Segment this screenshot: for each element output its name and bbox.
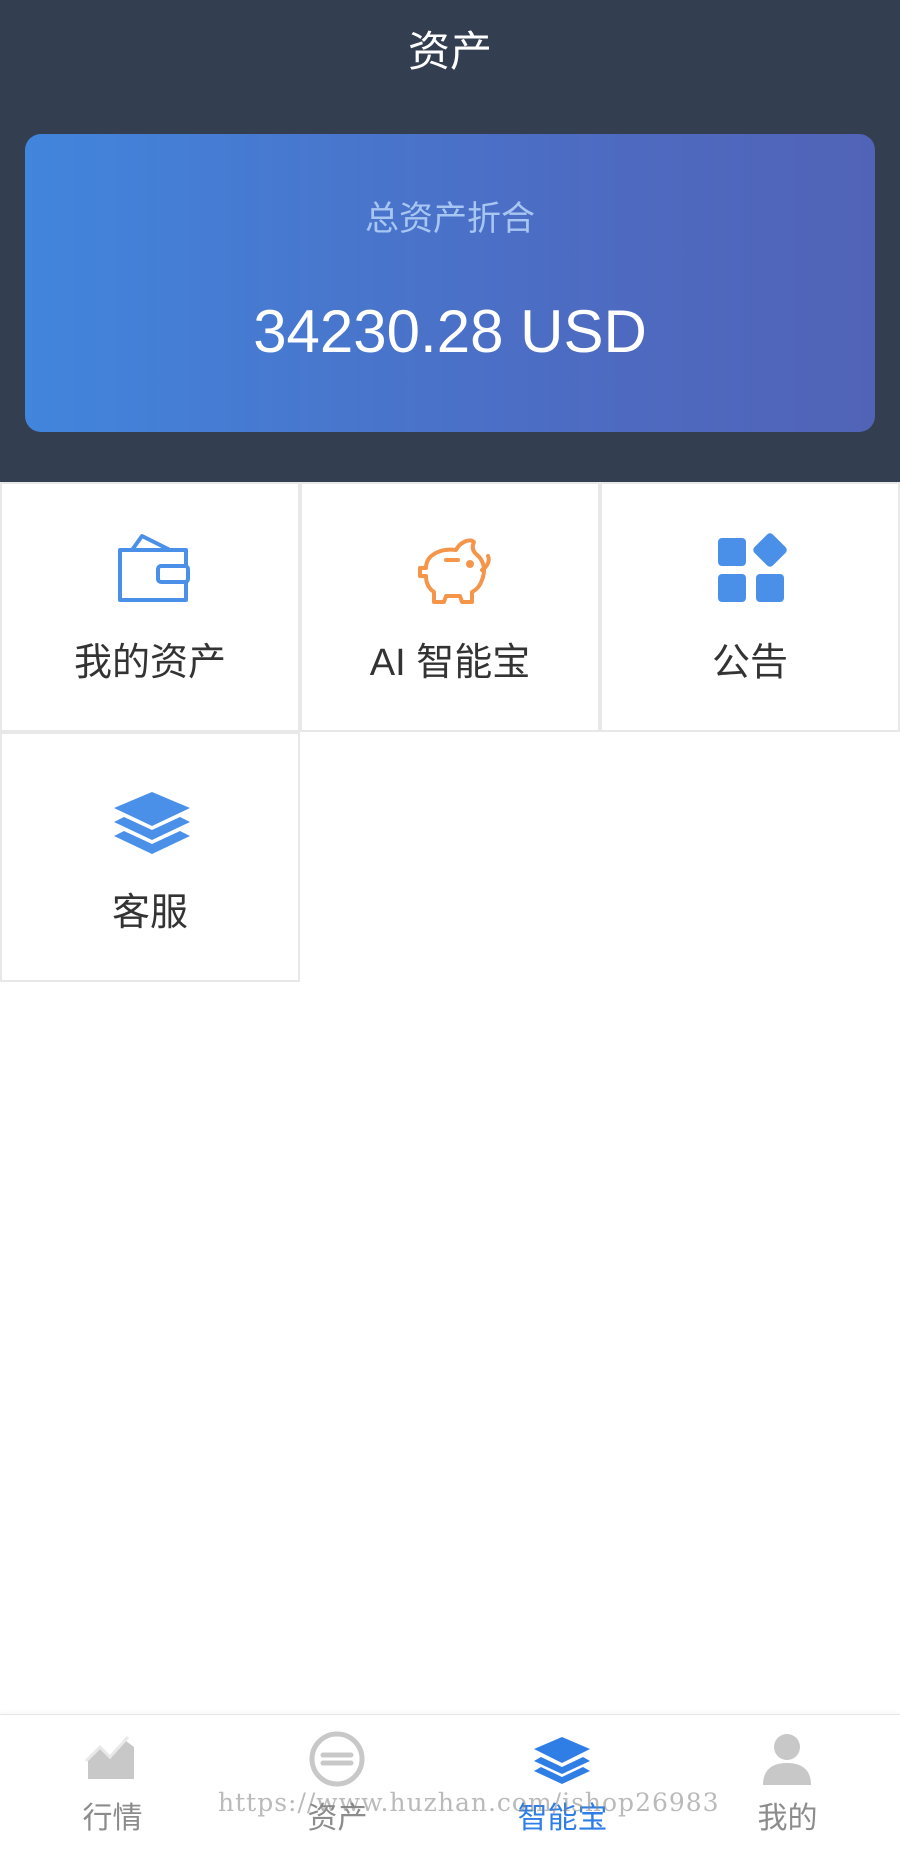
- menu-item-label: AI 智能宝: [369, 642, 531, 684]
- menu-item-customer-service[interactable]: 客服: [0, 732, 300, 982]
- tab-assets[interactable]: 资产: [225, 1715, 450, 1850]
- apps-icon: [712, 530, 792, 610]
- piggy-bank-icon: [412, 530, 492, 610]
- menu-item-my-assets[interactable]: 我的资产: [0, 482, 300, 732]
- bottom-tab-bar: 行情 资产 智能宝 我的: [0, 1714, 900, 1850]
- layers-icon: [532, 1729, 592, 1789]
- total-asset-label: 总资产折合: [365, 200, 535, 238]
- total-asset-card: 总资产折合 34230.28 USD: [25, 134, 875, 432]
- menu-item-announcement[interactable]: 公告: [600, 482, 900, 732]
- total-asset-value: 34230.28 USD: [253, 298, 647, 365]
- menu-item-label: 客服: [111, 892, 188, 934]
- tab-smart-treasure[interactable]: 智能宝: [450, 1715, 675, 1850]
- layers-icon: [112, 780, 192, 860]
- tab-label: 行情: [82, 1802, 143, 1835]
- menu-item-label: 公告: [711, 642, 788, 684]
- menu-item-ai-treasure[interactable]: AI 智能宝: [300, 482, 600, 732]
- exchange-icon: [307, 1729, 367, 1789]
- menu-item-label: 我的资产: [73, 642, 226, 684]
- tab-market[interactable]: 行情: [0, 1715, 225, 1850]
- header: 资产 总资产折合 34230.28 USD: [0, 0, 900, 482]
- user-icon: [757, 1729, 817, 1789]
- watermark-text: https://www.huzhan.com/ishop26983: [218, 1788, 720, 1817]
- chart-icon: [82, 1729, 142, 1789]
- page-title: 资产: [407, 28, 492, 75]
- wallet-icon: [112, 530, 192, 610]
- tab-mine[interactable]: 我的: [675, 1715, 900, 1850]
